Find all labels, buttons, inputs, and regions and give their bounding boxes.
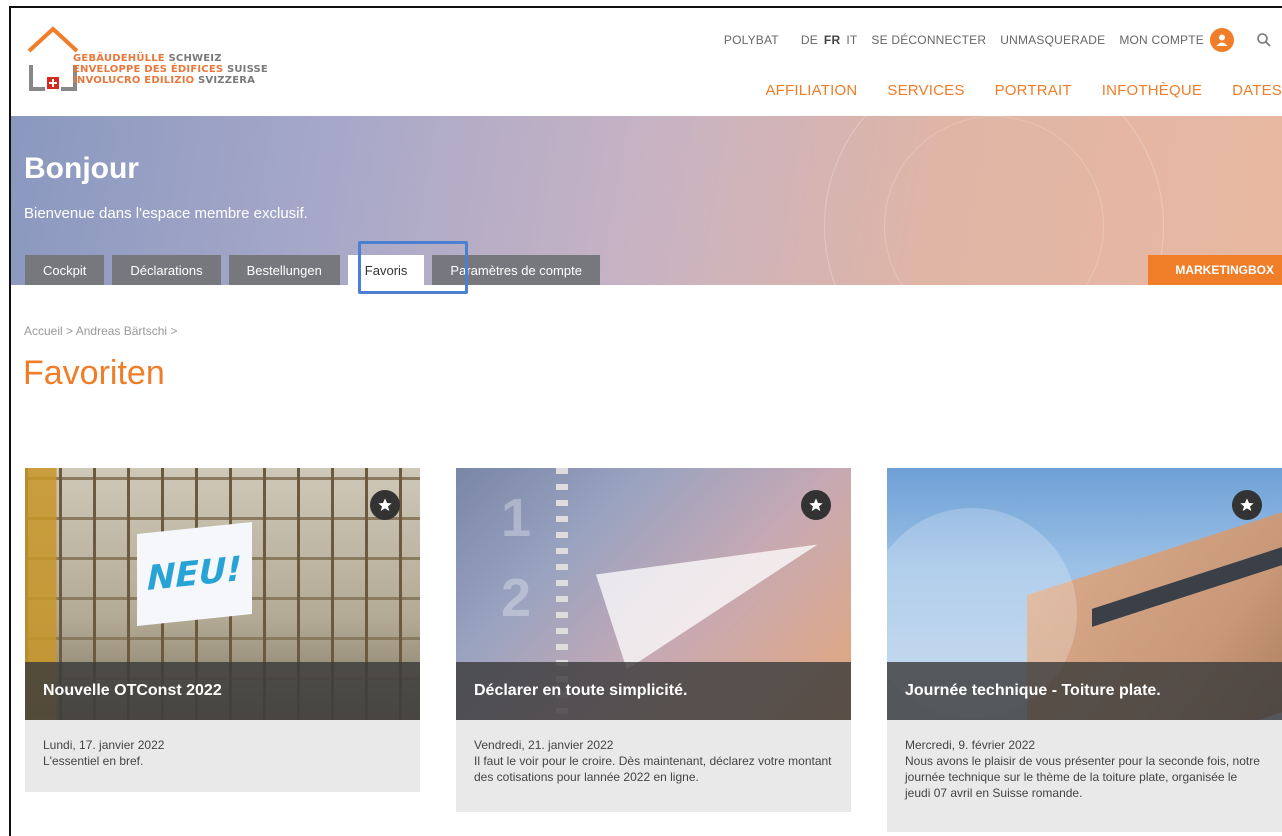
breadcrumb-separator: > xyxy=(170,324,178,338)
card-text: Il faut le voir pour le croire. Dès main… xyxy=(474,754,832,784)
card-date: Mercredi, 9. février 2022 xyxy=(905,738,1036,752)
favorite-star-icon[interactable] xyxy=(370,490,400,520)
lang-fr-link[interactable]: FR xyxy=(824,33,840,47)
hero-subtitle: Bienvenue dans l'espace membre exclusif. xyxy=(24,205,308,222)
language-switcher: DE FR IT xyxy=(787,33,858,47)
nav-portrait[interactable]: PORTRAIT xyxy=(995,82,1072,99)
favorite-star-icon[interactable] xyxy=(1232,490,1262,520)
paper-plane-graphic xyxy=(595,506,837,670)
active-tab-highlight xyxy=(358,241,468,294)
nav-infotheque[interactable]: INFOTHÈQUE xyxy=(1102,82,1202,99)
breadcrumb-separator: > xyxy=(66,324,76,338)
polybat-link[interactable]: POLYBAT xyxy=(724,33,779,47)
account-link[interactable]: MON COMPTE xyxy=(1119,33,1204,47)
card-image-decoration: 12 xyxy=(501,488,532,628)
account-tabs: Cockpit Déclarations Bestellungen Favori… xyxy=(25,255,608,285)
page-title: Favoriten xyxy=(23,354,165,392)
breadcrumb-item-user[interactable]: Andreas Bärtschi xyxy=(76,324,167,338)
card-title[interactable]: Journée technique - Toiture plate. xyxy=(887,662,1282,720)
unmasquerade-link[interactable]: UNMASQUERADE xyxy=(1000,33,1105,47)
hero-banner: Bonjour Bienvenue dans l'espace membre e… xyxy=(11,116,1282,285)
card-body: Vendredi, 21. janvier 2022 Il faut le vo… xyxy=(456,720,851,812)
card-image[interactable]: NEU! Nouvelle OTConst 2022 xyxy=(25,468,420,720)
card-image-sign: NEU! xyxy=(137,521,252,627)
logo-text: GEBÄUDEHÜLLE SCHWEIZ ENVELOPPE DES ÉDIFI… xyxy=(73,53,268,86)
hero-title: Bonjour xyxy=(24,152,139,185)
nav-dates[interactable]: DATES xyxy=(1232,82,1282,99)
marketingbox-button[interactable]: MARKETINGBOX xyxy=(1148,255,1282,285)
tab-declarations[interactable]: Déclarations xyxy=(112,255,221,285)
breadcrumb-item-accueil[interactable]: Accueil xyxy=(24,324,63,338)
card-image[interactable]: 12 Déclarer en toute simplicité. xyxy=(456,468,851,720)
card-body: Mercredi, 9. février 2022 Nous avons le … xyxy=(887,720,1282,832)
favorite-card[interactable]: 12 Déclarer en toute simplicité. Vendred… xyxy=(456,468,851,812)
card-date: Vendredi, 21. janvier 2022 xyxy=(474,738,614,752)
favorite-card[interactable]: NEU! Nouvelle OTConst 2022 Lundi, 17. ja… xyxy=(25,468,420,792)
tab-cockpit[interactable]: Cockpit xyxy=(25,255,105,285)
lang-it-link[interactable]: IT xyxy=(846,33,857,47)
tab-bestellungen[interactable]: Bestellungen xyxy=(228,255,340,285)
user-icon[interactable] xyxy=(1210,28,1234,52)
favorite-card[interactable]: Journée technique - Toiture plate. Mercr… xyxy=(887,468,1282,832)
search-icon[interactable] xyxy=(1256,32,1272,48)
card-text: L'essentiel en bref. xyxy=(43,754,144,768)
card-title[interactable]: Déclarer en toute simplicité. xyxy=(456,662,851,720)
nav-affiliation[interactable]: AFFILIATION xyxy=(765,82,857,99)
card-body: Lundi, 17. janvier 2022 L'essentiel en b… xyxy=(25,720,420,792)
breadcrumb: Accueil > Andreas Bärtschi > xyxy=(24,324,177,338)
card-date: Lundi, 17. janvier 2022 xyxy=(43,738,165,752)
browser-page: GEBÄUDEHÜLLE SCHWEIZ ENVELOPPE DES ÉDIFI… xyxy=(9,6,1282,836)
card-image[interactable]: Journée technique - Toiture plate. xyxy=(887,468,1282,720)
utility-nav: POLYBAT DE FR IT SE DÉCONNECTER UNMASQUE… xyxy=(710,28,1272,52)
lang-de-link[interactable]: DE xyxy=(801,33,818,47)
nav-services[interactable]: SERVICES xyxy=(887,82,964,99)
card-text: Nous avons le plaisir de vous présenter … xyxy=(905,754,1260,800)
logo[interactable]: GEBÄUDEHÜLLE SCHWEIZ ENVELOPPE DES ÉDIFI… xyxy=(25,25,305,95)
logout-link[interactable]: SE DÉCONNECTER xyxy=(871,33,986,47)
main-nav: AFFILIATION SERVICES PORTRAIT INFOTHÈQUE… xyxy=(735,82,1282,99)
card-title[interactable]: Nouvelle OTConst 2022 xyxy=(25,662,420,720)
favorite-star-icon[interactable] xyxy=(801,490,831,520)
